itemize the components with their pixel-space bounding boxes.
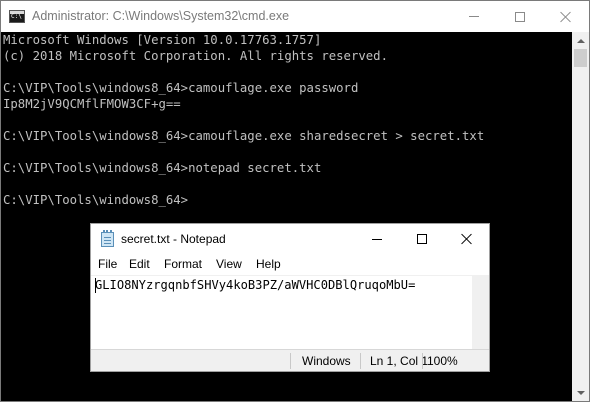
maximize-icon — [416, 234, 427, 244]
scroll-thumb[interactable] — [574, 49, 587, 67]
menu-view[interactable]: View — [216, 257, 242, 272]
notepad-window: secret.txt - Notepad File Edit Format Vi… — [90, 223, 490, 372]
notepad-close-button[interactable] — [444, 224, 489, 254]
arrow-down-icon — [576, 390, 585, 395]
cmd-close-button[interactable] — [543, 1, 589, 32]
minimize-icon — [469, 16, 479, 17]
menu-format[interactable]: Format — [164, 257, 202, 272]
status-zoom: 100% — [427, 354, 458, 368]
scroll-down-button[interactable] — [572, 384, 589, 401]
scroll-up-button[interactable] — [572, 32, 589, 49]
status-divider — [290, 353, 291, 369]
notepad-window-title: secret.txt - Notepad — [121, 232, 226, 246]
notepad-statusbar: Windows Ln 1, Col 1 100% — [91, 349, 489, 371]
text-caret — [95, 278, 96, 293]
console-line: (c) 2018 Microsoft Corporation. All righ… — [3, 49, 388, 63]
close-icon — [461, 233, 473, 245]
console-icon — [9, 10, 25, 23]
close-icon — [560, 11, 572, 23]
cmd-minimize-button[interactable] — [451, 1, 497, 32]
console-line: Ip8M2jV9QCMflFMOW3CF+g== — [3, 97, 181, 111]
console-prompt-line: C:\VIP\Tools\windows8_64> — [3, 193, 189, 207]
console-line: C:\VIP\Tools\windows8_64>camouflage.exe … — [3, 129, 485, 143]
status-line-ending: Windows — [302, 354, 351, 368]
menu-edit[interactable]: Edit — [129, 257, 150, 272]
notepad-content: GLIO8NYzrgqnbfSHVy4koB3PZ/aWVHC0DBlQruqo… — [95, 278, 416, 292]
menu-help[interactable]: Help — [256, 257, 281, 272]
console-line: Microsoft Windows [Version 10.0.17763.17… — [3, 33, 322, 47]
console-line: C:\VIP\Tools\windows8_64>camouflage.exe … — [3, 81, 359, 95]
notepad-text-area[interactable]: GLIO8NYzrgqnbfSHVy4koB3PZ/aWVHC0DBlQruqo… — [91, 275, 472, 349]
menu-file[interactable]: File — [98, 257, 117, 272]
notepad-icon — [101, 230, 114, 247]
notepad-maximize-button[interactable] — [399, 224, 444, 254]
status-divider — [360, 353, 361, 369]
cmd-titlebar[interactable]: Administrator: C:\Windows\System32\cmd.e… — [1, 1, 589, 32]
maximize-icon — [515, 11, 525, 22]
status-divider — [422, 353, 423, 369]
cmd-maximize-button[interactable] — [497, 1, 543, 32]
cmd-scrollbar[interactable] — [572, 32, 589, 401]
arrow-up-icon — [576, 38, 585, 43]
cmd-window-title: Administrator: C:\Windows\System32\cmd.e… — [32, 9, 290, 23]
minimize-icon — [371, 238, 382, 240]
notepad-scrollbar[interactable] — [472, 275, 489, 349]
notepad-menubar: File Edit Format View Help — [91, 254, 489, 275]
console-line: C:\VIP\Tools\windows8_64>notepad secret.… — [3, 161, 322, 175]
notepad-titlebar[interactable]: secret.txt - Notepad — [91, 224, 489, 254]
notepad-minimize-button[interactable] — [354, 224, 399, 254]
status-cursor-position: Ln 1, Col 1 — [370, 354, 429, 368]
